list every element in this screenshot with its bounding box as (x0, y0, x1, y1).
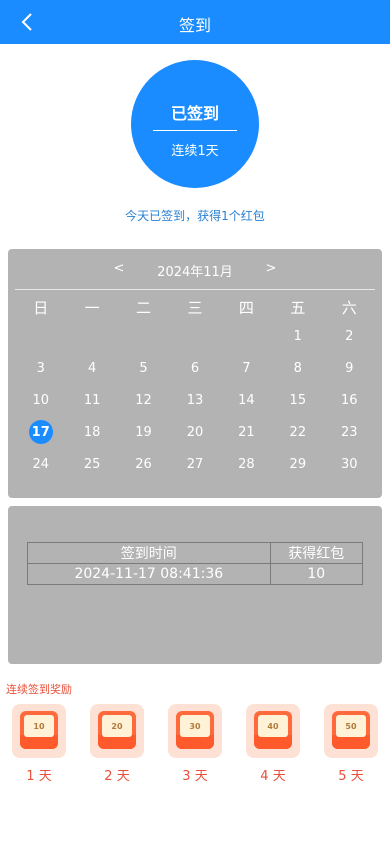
page-title: 签到 (178, 16, 211, 35)
calendar-day[interactable]: 25 (66, 448, 117, 480)
prev-month-button[interactable]: < (109, 261, 129, 276)
weekday-label: 一 (84, 298, 100, 317)
header: 签到 (0, 0, 390, 44)
reward-amount: 40 (258, 715, 288, 737)
calendar-week-row: 10 11 12 13 14 15 16 (15, 384, 375, 416)
calendar-day[interactable]: 10 (15, 384, 66, 416)
checkin-status-circle: 已签到 连续1天 (131, 60, 259, 188)
red-envelope-icon: 30 (168, 704, 222, 758)
calendar: < 2024年11月 > 日一二三四五六 1 2 3 4 5 6 7 8 9 10 11 12 13 14 1… (8, 249, 382, 498)
calendar-day-today[interactable]: 17 (15, 416, 66, 448)
calendar-empty-cell (15, 320, 66, 352)
calendar-day[interactable]: 16 (324, 384, 375, 416)
rewards-title: 连续签到奖励 (6, 683, 72, 696)
calendar-day[interactable]: 22 (272, 416, 323, 448)
calendar-day[interactable]: 7 (221, 352, 272, 384)
weekday-header-row: 日一二三四五六 (15, 294, 375, 320)
calendar-day[interactable]: 24 (15, 448, 66, 480)
streak-label: 连续1天 (171, 144, 219, 159)
calendar-day[interactable]: 13 (169, 384, 220, 416)
weekday-label: 三 (187, 298, 203, 317)
reward-amount: 30 (180, 715, 210, 737)
red-envelope-icon: 50 (324, 704, 378, 758)
calendar-empty-cell (169, 320, 220, 352)
weekday-label: 四 (238, 298, 254, 317)
table-header-row: 签到时间 获得红包 (27, 542, 364, 564)
calendar-day[interactable]: 27 (169, 448, 220, 480)
calendar-empty-cell (66, 320, 117, 352)
calendar-divider (15, 289, 375, 290)
calendar-day[interactable]: 4 (66, 352, 117, 384)
red-envelope-icon: 10 (12, 704, 66, 758)
calendar-day[interactable]: 28 (221, 448, 272, 480)
weekday-label: 六 (341, 298, 357, 317)
calendar-grid: 日一二三四五六 1 2 3 4 5 6 7 8 9 10 11 12 13 14 15 16 17 18 19 20 21… (15, 294, 375, 480)
calendar-week-row: 17 18 19 20 21 22 23 (15, 416, 375, 448)
calendar-day[interactable]: 9 (324, 352, 375, 384)
calendar-month-label: 2024年11月 (157, 265, 233, 280)
calendar-day[interactable]: 29 (272, 448, 323, 480)
weekday-label: 二 (136, 298, 152, 317)
calendar-day[interactable]: 30 (324, 448, 375, 480)
calendar-day[interactable]: 6 (169, 352, 220, 384)
reward-item[interactable]: 50 5 天 (323, 704, 379, 784)
calendar-day[interactable]: 12 (118, 384, 169, 416)
reward-day-label: 4 天 (260, 769, 286, 784)
calendar-day[interactable]: 20 (169, 416, 220, 448)
reward-day-label: 2 天 (104, 769, 130, 784)
calendar-day[interactable]: 18 (66, 416, 117, 448)
calendar-empty-cell (221, 320, 272, 352)
calendar-day[interactable]: 11 (66, 384, 117, 416)
reward-item[interactable]: 30 3 天 (167, 704, 223, 784)
reward-day-label: 1 天 (26, 769, 52, 784)
calendar-empty-cell (118, 320, 169, 352)
weekday-label: 五 (290, 298, 306, 317)
checkin-records-panel: 签到时间 获得红包 2024-11-17 08:41:36 10 (8, 506, 382, 664)
calendar-day[interactable]: 23 (324, 416, 375, 448)
calendar-day[interactable]: 19 (118, 416, 169, 448)
calendar-day[interactable]: 21 (221, 416, 272, 448)
weekday-label: 日 (33, 298, 49, 317)
red-envelope-icon: 40 (246, 704, 300, 758)
red-envelope-icon: 20 (90, 704, 144, 758)
reward-item[interactable]: 10 1 天 (11, 704, 67, 784)
table-row: 2024-11-17 08:41:36 10 (27, 563, 364, 585)
status-divider (153, 130, 237, 131)
calendar-day[interactable]: 5 (118, 352, 169, 384)
calendar-day[interactable]: 3 (15, 352, 66, 384)
calendar-week-row: 12 (15, 320, 375, 352)
reward-day-label: 3 天 (182, 769, 208, 784)
reward-day-label: 5 天 (338, 769, 364, 784)
reward-item[interactable]: 20 2 天 (89, 704, 145, 784)
reward-amount: 10 (24, 715, 54, 737)
reward-item[interactable]: 40 4 天 (245, 704, 301, 784)
reward-amount: 50 (336, 715, 366, 737)
today-marker: 17 (28, 420, 53, 444)
reward-amount-cell: 10 (269, 563, 364, 585)
calendar-week-row: 3456789 (15, 352, 375, 384)
column-header-reward: 获得红包 (269, 542, 364, 564)
reward-amount: 20 (102, 715, 132, 737)
column-header-time: 签到时间 (27, 542, 271, 564)
calendar-day[interactable]: 2 (324, 320, 375, 352)
calendar-day[interactable]: 15 (272, 384, 323, 416)
checkin-time-cell: 2024-11-17 08:41:36 (27, 563, 271, 585)
checkin-message: 今天已签到，获得1个红包 (125, 209, 265, 223)
calendar-day[interactable]: 8 (272, 352, 323, 384)
calendar-header: < 2024年11月 > (8, 261, 382, 281)
next-month-button[interactable]: > (261, 261, 281, 276)
checkin-records-table: 签到时间 获得红包 2024-11-17 08:41:36 10 (27, 542, 364, 585)
calendar-day[interactable]: 1 (272, 320, 323, 352)
calendar-week-row: 24 25 26 27 28 29 30 (15, 448, 375, 480)
checkin-status-label: 已签到 (170, 104, 219, 123)
calendar-day[interactable]: 14 (221, 384, 272, 416)
calendar-day[interactable]: 26 (118, 448, 169, 480)
